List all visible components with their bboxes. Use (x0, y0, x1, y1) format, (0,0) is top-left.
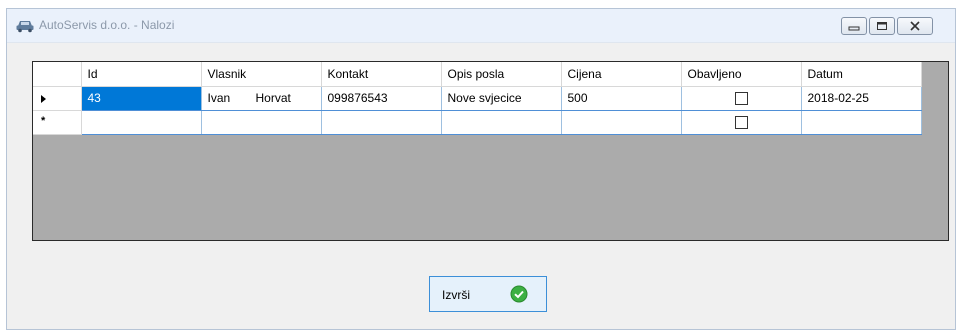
checkmark-circle-icon (510, 285, 528, 303)
minimize-icon (848, 26, 860, 31)
new-cell-owner[interactable] (201, 110, 322, 135)
window-title: AutoServis d.o.o. - Nalozi (39, 18, 175, 32)
new-cell-description[interactable] (441, 110, 562, 135)
title-bar[interactable]: AutoServis d.o.o. - Nalozi (7, 9, 955, 43)
table-row[interactable]: 43 Ivan Horvat 099876543 Nove svjecice 50… (33, 86, 922, 111)
column-header-date[interactable]: Datum (801, 62, 922, 87)
maximize-button[interactable] (869, 17, 895, 35)
minimize-button[interactable] (841, 17, 867, 35)
owner-first-name: Ivan (207, 91, 231, 105)
current-row-arrow-icon (41, 94, 46, 103)
column-header-owner[interactable]: Vlasnik (201, 62, 322, 87)
row-header-new[interactable]: * (33, 110, 82, 135)
new-cell-id[interactable] (81, 110, 202, 135)
orders-grid[interactable]: Id Vlasnik Kontakt Opis posla Cijena Oba… (32, 61, 949, 241)
done-checkbox[interactable] (734, 91, 748, 105)
column-header-contact[interactable]: Kontakt (321, 62, 442, 87)
cell-price[interactable]: 500 (561, 86, 682, 111)
new-row-marker: * (41, 114, 46, 127)
cell-date[interactable]: 2018-02-25 (801, 86, 922, 111)
new-done-checkbox[interactable] (734, 115, 748, 129)
column-header-price[interactable]: Cijena (561, 62, 682, 87)
cell-id[interactable]: 43 (81, 86, 202, 111)
row-header-current[interactable] (33, 86, 82, 111)
owner-last-name: Horvat (255, 91, 291, 105)
new-cell-date[interactable] (801, 110, 922, 135)
execute-button[interactable]: Izvrši (429, 276, 547, 312)
new-cell-done[interactable] (681, 110, 802, 135)
execute-button-label: Izvrši (442, 288, 470, 302)
column-header-id[interactable]: Id (81, 62, 202, 87)
column-header-description[interactable]: Opis posla (441, 62, 562, 87)
cell-done[interactable] (681, 86, 802, 111)
new-cell-contact[interactable] (321, 110, 442, 135)
corner-header[interactable] (33, 62, 82, 87)
column-header-done[interactable]: Obavljeno (681, 62, 802, 87)
cell-owner[interactable]: Ivan Horvat (201, 86, 322, 111)
cell-description[interactable]: Nove svjecice (441, 86, 562, 111)
main-window: AutoServis d.o.o. - Nalozi Id Vlasnik Ko… (6, 8, 956, 330)
car-icon (16, 21, 34, 33)
close-button[interactable] (897, 17, 933, 35)
new-row[interactable]: * (33, 110, 922, 135)
cell-contact[interactable]: 099876543 (321, 86, 442, 111)
orders-table: Id Vlasnik Kontakt Opis posla Cijena Oba… (33, 62, 922, 135)
maximize-icon (877, 22, 887, 30)
new-cell-price[interactable] (561, 110, 682, 135)
close-icon (910, 21, 920, 31)
header-row: Id Vlasnik Kontakt Opis posla Cijena Oba… (33, 62, 922, 87)
